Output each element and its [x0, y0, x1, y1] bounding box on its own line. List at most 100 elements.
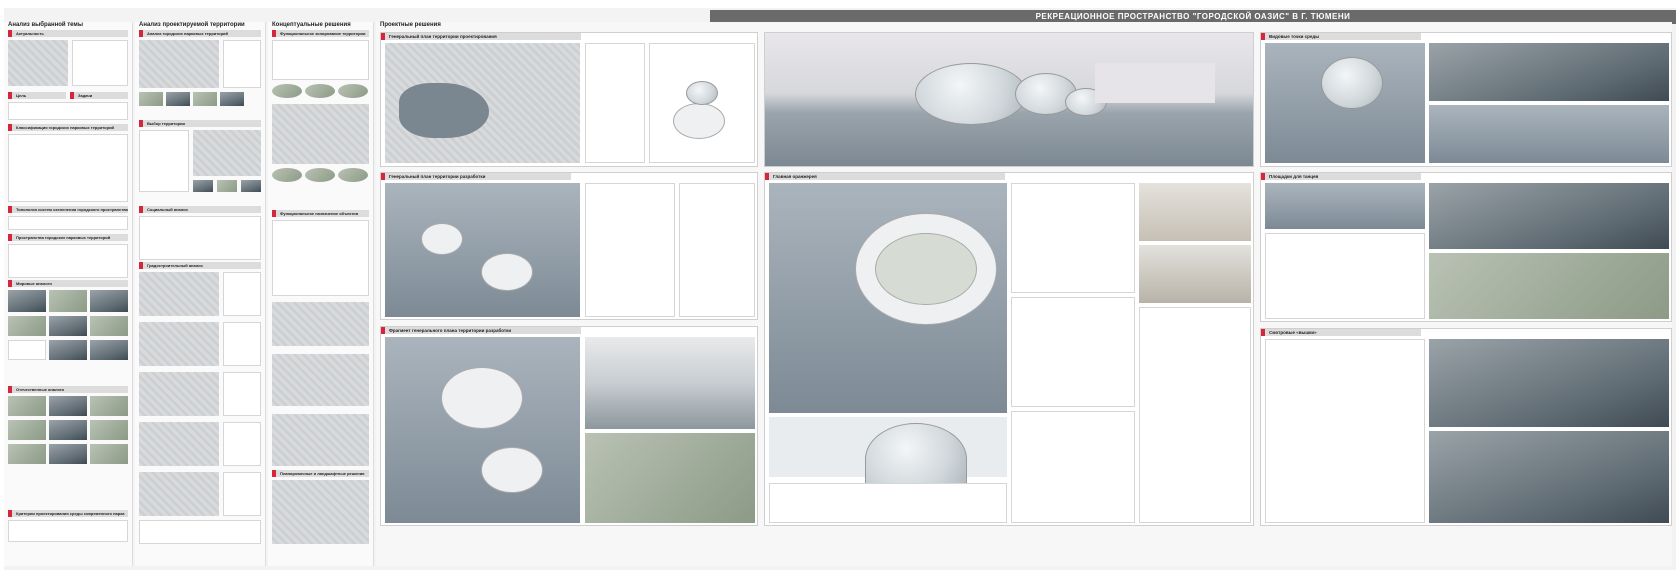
domestic-analog-photo — [90, 396, 128, 416]
park-photo — [139, 92, 163, 106]
domestic-analog-photo — [8, 444, 46, 464]
dance-plans — [1265, 233, 1425, 319]
concept-photo — [272, 84, 302, 98]
site-selection-map — [193, 130, 261, 176]
domestic-analog-photo — [49, 396, 87, 416]
section-viewpoints: Видовые точки среды — [1261, 33, 1421, 40]
domestic-analog-photo — [49, 444, 87, 464]
plaza-ring — [421, 223, 463, 255]
park-photo — [166, 92, 190, 106]
landscape-plan — [272, 480, 369, 544]
development-sections — [679, 183, 755, 317]
classification-diagram — [8, 134, 128, 202]
plaza-ring — [481, 253, 533, 291]
viewpoint-dome — [1321, 57, 1383, 109]
fragment-render — [585, 433, 755, 523]
dance-panel: Площадки для танцев — [1260, 172, 1672, 322]
purpose-table — [272, 220, 369, 296]
city-buildings — [1095, 63, 1215, 103]
urban-legend — [223, 422, 261, 466]
plan-scheme — [272, 414, 369, 466]
dance-photo — [1429, 253, 1669, 319]
section-fragment: Фрагмент генерального плана территории р… — [381, 327, 581, 334]
concept-photo — [305, 84, 335, 98]
analog-plan — [8, 340, 46, 360]
urban-notes — [139, 520, 261, 544]
section-urban-analysis: Градостроительный анализ — [139, 262, 261, 269]
site-selection-table — [139, 130, 189, 192]
section-parks-analysis: Анализ городских парковых территорий — [139, 30, 261, 37]
section-social-analysis: Социальный анализ — [139, 206, 261, 213]
section-object-purpose: Функциональное назначение объектов проек… — [272, 210, 369, 223]
section-genplan: Генеральный план территории проектирован… — [381, 33, 581, 40]
plaza-ring — [481, 447, 543, 493]
urban-legend — [223, 372, 261, 416]
section-domestic-analogs: Отечественные аналоги — [8, 386, 128, 393]
section-main-greenhouse: Главная оранжерея — [765, 173, 1005, 180]
floor-plan — [1011, 183, 1135, 293]
column-title: Анализ проектируемой территории — [139, 22, 245, 28]
site-photo — [193, 180, 213, 192]
section-genplan-development: Генеральный план территории разработки — [381, 173, 571, 180]
tower-drawings — [1265, 339, 1425, 523]
analog-photo — [49, 290, 87, 312]
urban-map — [139, 422, 219, 466]
dance-render — [1265, 183, 1425, 229]
concept-photo — [272, 168, 302, 182]
plan-scheme — [272, 354, 369, 406]
relevance-map — [8, 40, 68, 86]
tower-render — [1429, 431, 1669, 523]
section-landscape: Планировочные и ландшафтные решения — [272, 470, 369, 477]
column-territory-analysis: Анализ проектируемой территории Анализ г… — [135, 22, 266, 566]
concept-photo — [338, 84, 368, 98]
fragment-panel: Фрагмент генерального плана территории р… — [380, 326, 758, 526]
urban-map — [139, 272, 219, 316]
column-concept: Концептуальные решения Функциональное зо… — [268, 22, 374, 566]
urban-legend — [223, 472, 261, 516]
genplan-panel: Генеральный план территории проектирован… — [380, 32, 758, 167]
floor-plan — [1011, 411, 1135, 523]
domestic-analog-photo — [90, 420, 128, 440]
dance-photo — [1429, 183, 1669, 249]
analog-photo — [90, 290, 128, 312]
section-functional-zoning: Функциональное зонирование территории пр… — [272, 30, 369, 43]
section-world-analogs: Мировые аналоги — [8, 280, 128, 287]
domestic-analog-photo — [49, 420, 87, 440]
section-goal: Цель — [8, 92, 66, 99]
interior-render — [1139, 245, 1251, 303]
column-title: Анализ выбранной темы — [8, 22, 83, 28]
urban-map — [139, 472, 219, 516]
urban-legend — [223, 272, 261, 316]
section-park-spaces: Пространства городских парковых территор… — [8, 234, 128, 241]
section-classification: Классификация городских парковых террито… — [8, 124, 128, 131]
column-title: Проектные решения — [380, 22, 441, 28]
viewpoint-photo — [1429, 43, 1669, 101]
zoning-icons — [272, 40, 369, 80]
relevance-text-block — [72, 40, 128, 86]
analog-photo — [90, 316, 128, 336]
domestic-analog-photo — [90, 444, 128, 464]
greenhouse-dome — [686, 81, 718, 105]
hero-render — [764, 32, 1254, 167]
typology-diagram — [8, 216, 128, 230]
social-analysis-charts — [139, 216, 261, 260]
column-analysis-theme: Анализ выбранной темы Актуальность Цель … — [4, 22, 133, 566]
analog-photo — [90, 340, 128, 360]
analog-photo — [8, 290, 46, 312]
genplan-development-panel: Генеральный план территории разработки — [380, 172, 758, 320]
section-criteria: Критерии проектирования среды современно… — [8, 510, 128, 517]
goal-tasks-text — [8, 102, 128, 120]
analog-photo — [49, 340, 87, 360]
greenhouse-facade — [769, 483, 1007, 523]
axonometric-diagram — [1139, 307, 1251, 523]
concept-photo — [305, 168, 335, 182]
lake-shape — [399, 83, 489, 138]
site-photo — [217, 180, 237, 192]
plan-scheme — [272, 302, 369, 346]
analog-photo — [8, 316, 46, 336]
greenhouse-panel: Главная оранжерея — [764, 172, 1254, 526]
domestic-analog-photo — [8, 420, 46, 440]
genplan-legend — [585, 43, 645, 163]
park-spaces-diagram — [8, 244, 128, 278]
park-photo — [193, 92, 217, 106]
